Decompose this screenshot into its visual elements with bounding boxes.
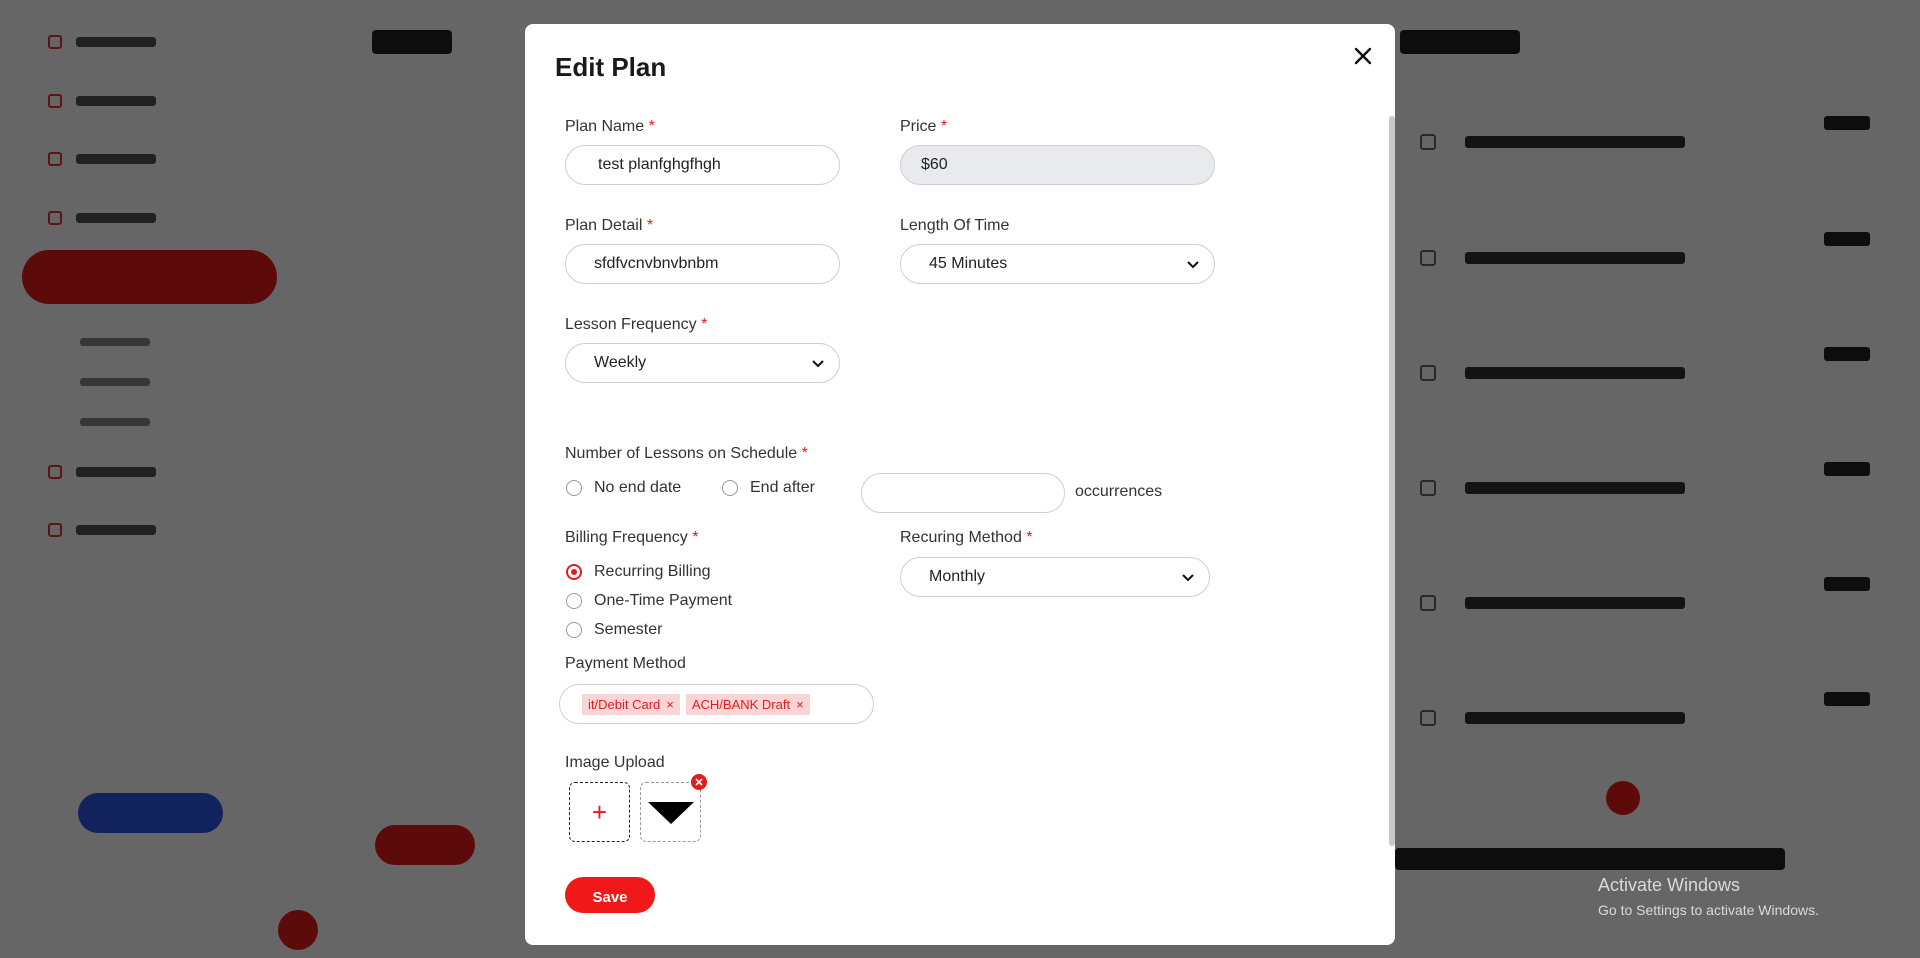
plan-name-value: test planfghgfhgh: [598, 156, 721, 173]
one-time-payment-text: One-Time Payment: [594, 592, 733, 609]
close-icon: [695, 778, 703, 786]
no-end-date-text: No end date: [594, 479, 682, 496]
watermark-title: Activate Windows: [1598, 875, 1741, 895]
recurring-method-value: Monthly: [929, 568, 986, 585]
windows-activation-watermark: Activate Windows Go to Settings to activ…: [1598, 875, 1819, 918]
length-of-time-label: Length Of Time: [900, 217, 1010, 234]
remove-icon[interactable]: ×: [666, 697, 674, 712]
plan-name-input[interactable]: test planfghgfhgh: [565, 145, 840, 185]
chevron-down-icon: [812, 360, 824, 368]
watermark-subtitle: Go to Settings to activate Windows.: [1598, 902, 1819, 918]
price-input[interactable]: $60: [900, 145, 1215, 185]
payment-tag-label: ACH/BANK Draft: [691, 696, 791, 712]
no-end-date-option[interactable]: No end date: [566, 479, 681, 497]
close-button[interactable]: [1349, 42, 1377, 70]
end-after-radio[interactable]: [722, 480, 738, 496]
semester-text: Semester: [594, 621, 663, 638]
remove-image-button[interactable]: [691, 774, 707, 790]
chevron-down-icon: [1187, 261, 1199, 269]
chevron-down-icon: [1182, 574, 1194, 582]
plan-detail-value: sfdfvcnvbnvbnbm: [594, 255, 719, 272]
plan-detail-input[interactable]: sfdfvcnvbnvbnbm: [565, 244, 840, 284]
occurrences-label: occurrences: [1075, 483, 1163, 500]
length-of-time-value: 45 Minutes: [929, 255, 1008, 272]
plus-icon: +: [591, 796, 608, 827]
recurring-billing-radio[interactable]: [566, 564, 582, 580]
save-button[interactable]: Save: [565, 877, 655, 913]
end-after-option[interactable]: End after: [722, 479, 815, 497]
price-label: Price *: [900, 118, 948, 135]
lesson-frequency-value: Weekly: [594, 354, 647, 371]
payment-tag-label: it/Debit Card: [588, 696, 661, 712]
semester-radio[interactable]: [566, 622, 582, 638]
modal-scrollbar[interactable]: [1389, 116, 1395, 846]
recurring-method-select[interactable]: Monthly: [900, 557, 1210, 597]
add-image-button[interactable]: +: [569, 782, 630, 842]
modal-title: Edit Plan: [555, 52, 667, 82]
recurring-billing-text: Recurring Billing: [594, 563, 711, 580]
lesson-frequency-label: Lesson Frequency *: [565, 316, 708, 333]
billing-frequency-label: Billing Frequency *: [565, 529, 699, 546]
length-of-time-select[interactable]: 45 Minutes: [900, 244, 1215, 284]
billing-option-semester[interactable]: Semester: [566, 621, 662, 639]
uploaded-image-thumbnail[interactable]: [640, 782, 701, 842]
price-value: $60: [921, 156, 948, 173]
end-after-text: End after: [750, 479, 815, 496]
plan-detail-label: Plan Detail *: [565, 217, 654, 234]
payment-method-multiselect[interactable]: it/Debit Card × ACH/BANK Draft ×: [559, 684, 874, 724]
payment-method-label: Payment Method: [565, 655, 686, 672]
image-upload-label: Image Upload: [565, 754, 665, 771]
billing-option-one-time[interactable]: One-Time Payment: [566, 592, 732, 610]
edit-plan-modal: Edit Plan Plan Name * test planfghgfhgh …: [525, 24, 1395, 945]
recurring-method-label: Recuring Method *: [900, 529, 1033, 546]
lessons-on-schedule-label: Number of Lessons on Schedule *: [565, 445, 808, 462]
no-end-date-radio[interactable]: [566, 480, 582, 496]
triangle-image-icon: [647, 802, 694, 824]
remove-icon[interactable]: ×: [796, 697, 804, 712]
payment-tag: ACH/BANK Draft ×: [685, 693, 810, 715]
close-icon: [1354, 47, 1372, 65]
billing-option-recurring[interactable]: Recurring Billing: [566, 563, 711, 581]
lesson-frequency-select[interactable]: Weekly: [565, 343, 840, 383]
payment-tag: it/Debit Card ×: [582, 693, 680, 715]
plan-name-label: Plan Name *: [565, 118, 655, 135]
one-time-payment-radio[interactable]: [566, 593, 582, 609]
occurrences-input[interactable]: [861, 473, 1065, 513]
